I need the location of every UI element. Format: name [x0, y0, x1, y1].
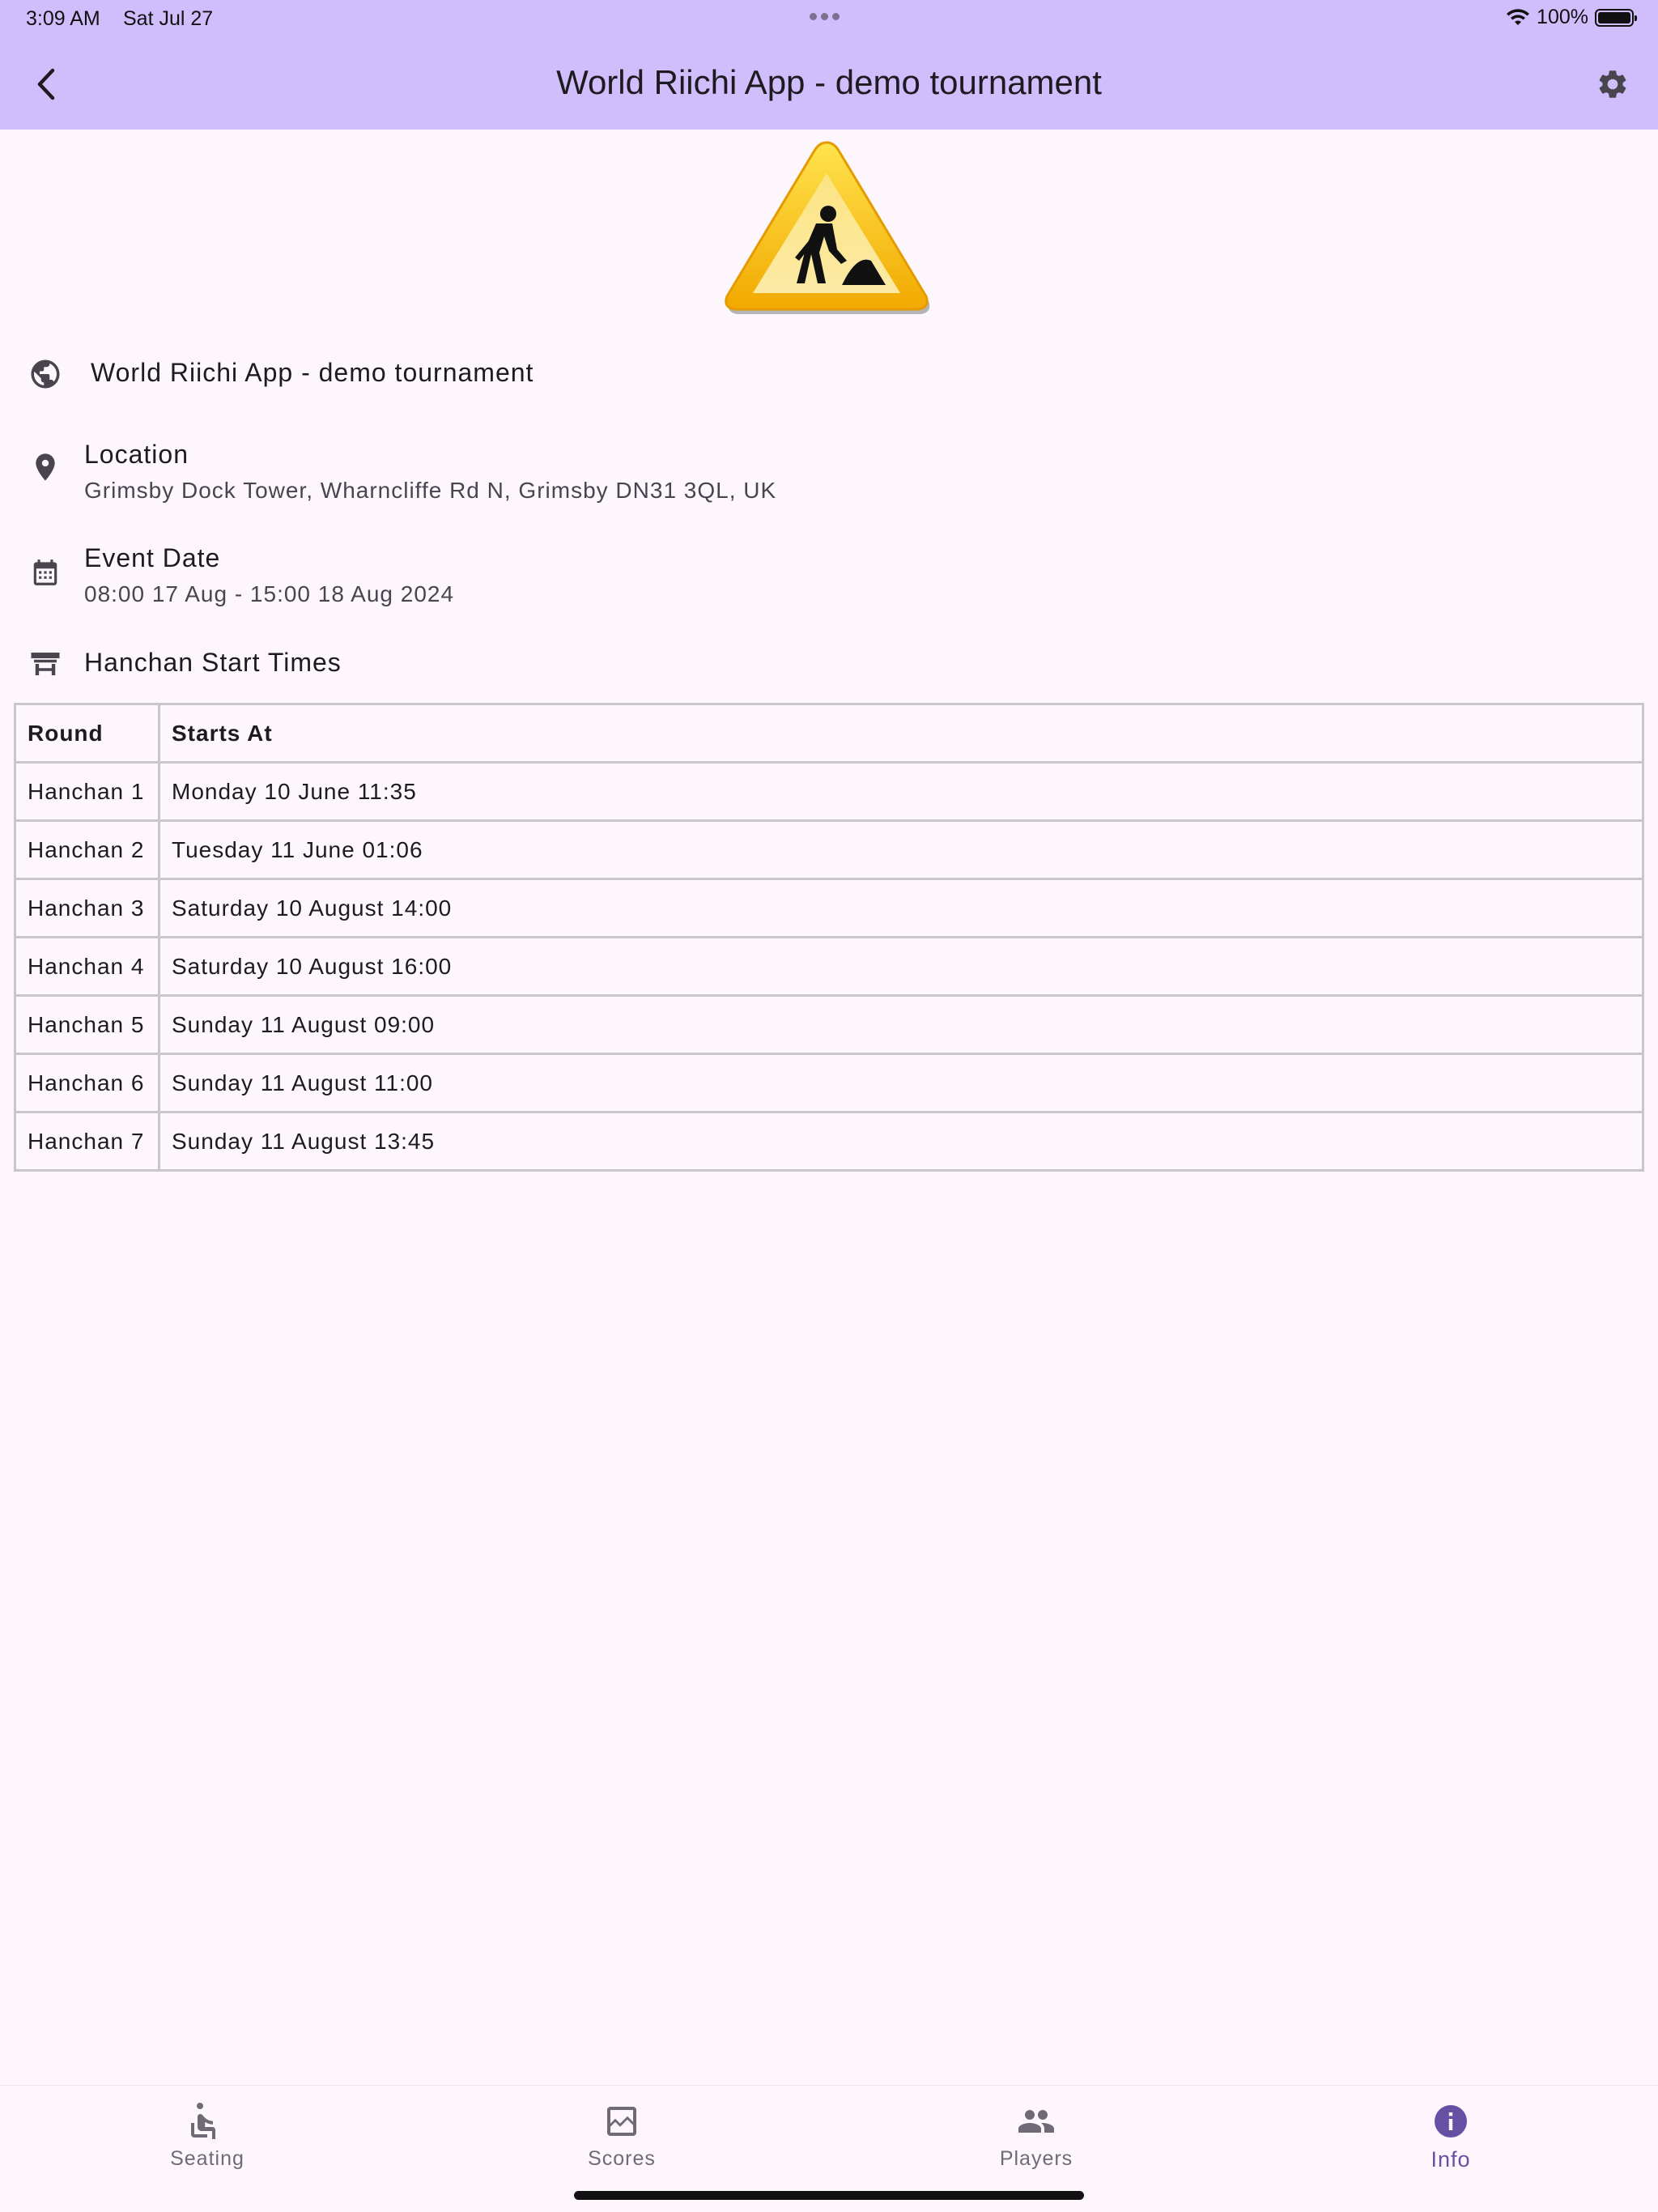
chart-icon: [607, 2107, 636, 2136]
calendar-icon: [33, 559, 57, 585]
seat-icon: [191, 2103, 215, 2139]
wifi-icon: [1507, 8, 1530, 25]
start-time-cell: Sunday 11 August 13:45: [158, 1111, 1644, 1172]
round-cell: Hanchan 5: [14, 994, 160, 1055]
round-cell: Hanchan 6: [14, 1053, 160, 1113]
settings-button[interactable]: [1590, 62, 1635, 107]
multitasking-dots-icon[interactable]: [810, 13, 840, 20]
table-row: Hanchan 4 Saturday 10 August 16:00: [14, 936, 1644, 997]
round-cell: Hanchan 3: [14, 878, 160, 938]
start-time-cell: Tuesday 11 June 01:06: [158, 819, 1644, 880]
under-construction-icon: [725, 141, 930, 314]
event-date-label: Event Date: [84, 543, 221, 572]
nav-label: Seating: [170, 2147, 244, 2170]
battery-icon: [1595, 8, 1637, 27]
column-header-starts-at: Starts At: [158, 703, 1644, 764]
nav-item-players[interactable]: Players: [955, 2102, 1117, 2171]
nav-label: Info: [1431, 2147, 1471, 2172]
gear-icon: [1599, 70, 1626, 98]
tournament-name: World Riichi App - demo tournament: [91, 358, 534, 387]
round-cell: Hanchan 4: [14, 936, 160, 997]
status-bar: 3:09 AM Sat Jul 27 100%: [0, 0, 1658, 39]
nav-item-info[interactable]: Info: [1370, 2102, 1532, 2172]
nav-item-seating[interactable]: Seating: [126, 2102, 288, 2171]
location-label: Location: [84, 440, 189, 469]
status-indicators: 100%: [1506, 6, 1637, 29]
status-date: Sat Jul 27: [123, 7, 214, 30]
page-title: World Riichi App - demo tournament: [556, 63, 1102, 101]
battery-percent: 100%: [1537, 6, 1588, 28]
app-bar: World Riichi App - demo tournament: [0, 39, 1658, 130]
event-date-value: 08:00 17 Aug - 15:00 18 Aug 2024: [84, 581, 455, 606]
start-time-cell: Monday 10 June 11:35: [158, 761, 1644, 822]
table-header-row: Round Starts At: [14, 703, 1644, 764]
location-pin-icon: [36, 453, 55, 481]
info-icon: [1435, 2105, 1467, 2138]
tournament-name-row: World Riichi App - demo tournament: [28, 356, 534, 392]
nav-label: Players: [999, 2147, 1073, 2170]
table-row: Hanchan 3 Saturday 10 August 14:00: [14, 878, 1644, 938]
round-cell: Hanchan 2: [14, 819, 160, 880]
start-time-cell: Saturday 10 August 14:00: [158, 878, 1644, 938]
location-row: Location Grimsby Dock Tower, Wharncliffe…: [28, 440, 776, 504]
start-time-cell: Sunday 11 August 09:00: [158, 994, 1644, 1055]
start-times-row: Hanchan Start Times: [28, 646, 342, 682]
nav-label: Scores: [588, 2147, 656, 2170]
start-times-label: Hanchan Start Times: [84, 648, 342, 677]
status-time: 3:09 AM: [26, 7, 100, 30]
round-cell: Hanchan 7: [14, 1111, 160, 1172]
start-time-cell: Sunday 11 August 11:00: [158, 1053, 1644, 1113]
nav-item-scores[interactable]: Scores: [541, 2102, 703, 2171]
home-indicator[interactable]: [574, 2191, 1084, 2200]
start-times-table: Round Starts At Hanchan 1 Monday 10 June…: [14, 703, 1644, 1172]
globe-icon: [31, 359, 60, 389]
people-icon: [1018, 2110, 1054, 2133]
table-row: Hanchan 6 Sunday 11 August 11:00: [14, 1053, 1644, 1113]
start-time-cell: Saturday 10 August 16:00: [158, 936, 1644, 997]
table-row: Hanchan 7 Sunday 11 August 13:45: [14, 1111, 1644, 1172]
round-cell: Hanchan 1: [14, 761, 160, 822]
column-header-round: Round: [14, 703, 160, 764]
table-row: Hanchan 2 Tuesday 11 June 01:06: [14, 819, 1644, 880]
table-row: Hanchan 1 Monday 10 June 11:35: [14, 761, 1644, 822]
table-row: Hanchan 5 Sunday 11 August 09:00: [14, 994, 1644, 1055]
table-icon: [31, 653, 60, 675]
event-date-row: Event Date 08:00 17 Aug - 15:00 18 Aug 2…: [28, 543, 454, 607]
location-value: Grimsby Dock Tower, Wharncliffe Rd N, Gr…: [84, 478, 777, 503]
